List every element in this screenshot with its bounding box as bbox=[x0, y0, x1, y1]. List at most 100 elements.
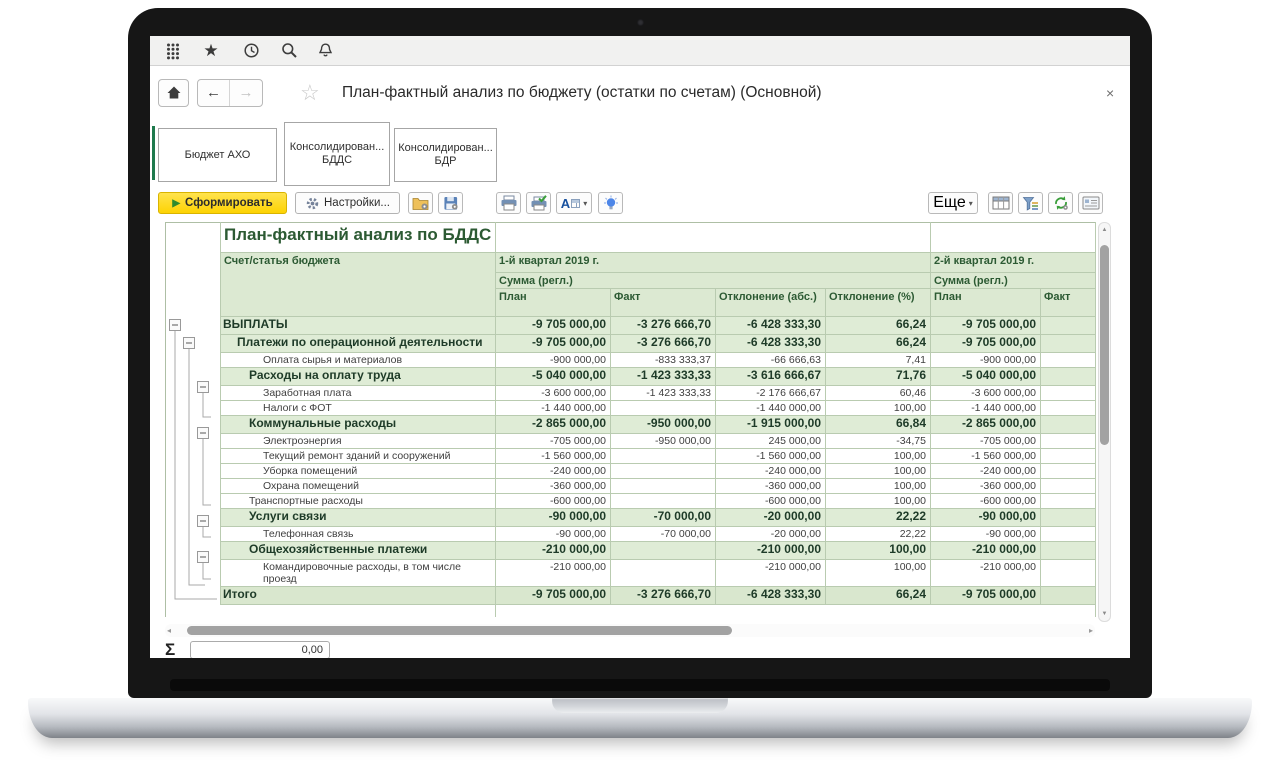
table-row[interactable]: Итого-9 705 000,00-3 276 666,70-6 428 33… bbox=[166, 587, 1096, 605]
value-cell[interactable]: -9 705 000,00 bbox=[931, 335, 1041, 353]
value-cell[interactable]: -90 000,00 bbox=[496, 509, 611, 527]
table-row[interactable]: Командировочные расходы, в том числе про… bbox=[166, 560, 1096, 587]
value-cell[interactable]: -70 000,00 bbox=[611, 527, 716, 542]
history-icon[interactable] bbox=[238, 40, 264, 62]
value-cell[interactable] bbox=[1041, 401, 1096, 416]
value-cell[interactable]: -1 440 000,00 bbox=[716, 401, 826, 416]
apps-menu-icon[interactable] bbox=[160, 40, 186, 62]
value-cell[interactable] bbox=[1041, 368, 1096, 386]
autosum-field[interactable]: 0,00 bbox=[190, 641, 330, 658]
row-label-cell[interactable]: Расходы на оплату труда bbox=[221, 368, 496, 386]
value-cell[interactable]: -210 000,00 bbox=[931, 560, 1041, 587]
row-label-cell[interactable]: Телефонная связь bbox=[221, 527, 496, 542]
tab-budget-aho[interactable]: Бюджет АХО bbox=[158, 128, 277, 182]
value-cell[interactable]: -900 000,00 bbox=[496, 353, 611, 368]
row-label-cell[interactable]: Платежи по операционной деятельности bbox=[221, 335, 496, 353]
value-cell[interactable]: 100,00 bbox=[826, 494, 931, 509]
value-cell[interactable]: -240 000,00 bbox=[496, 464, 611, 479]
table-row[interactable]: Транспортные расходы-600 000,00-600 000,… bbox=[166, 494, 1096, 509]
table-row[interactable]: Услуги связи-90 000,00-70 000,00-20 000,… bbox=[166, 509, 1096, 527]
value-cell[interactable]: 22,22 bbox=[826, 527, 931, 542]
column-header-dev-pct[interactable]: Отклонение (%) bbox=[826, 289, 931, 317]
row-label-cell[interactable]: Командировочные расходы, в том числе про… bbox=[221, 560, 496, 587]
value-cell[interactable]: 100,00 bbox=[826, 560, 931, 587]
value-cell[interactable] bbox=[1041, 449, 1096, 464]
column-header-account[interactable]: Счет/статья бюджета bbox=[221, 253, 496, 317]
value-cell[interactable]: 245 000,00 bbox=[716, 434, 826, 449]
value-cell[interactable] bbox=[611, 479, 716, 494]
value-cell[interactable] bbox=[611, 464, 716, 479]
column-header-fact-q1[interactable]: Факт bbox=[611, 289, 716, 317]
vertical-scrollbar[interactable]: ▲ ▼ bbox=[1098, 222, 1111, 622]
table-row[interactable]: Текущий ремонт зданий и сооружений-1 560… bbox=[166, 449, 1096, 464]
scroll-left-icon[interactable]: ◂ bbox=[167, 625, 171, 636]
value-cell[interactable]: -1 440 000,00 bbox=[931, 401, 1041, 416]
value-cell[interactable]: 66,84 bbox=[826, 416, 931, 434]
value-cell[interactable]: 71,76 bbox=[826, 368, 931, 386]
value-cell[interactable]: -705 000,00 bbox=[931, 434, 1041, 449]
value-cell[interactable]: -2 176 666,67 bbox=[716, 386, 826, 401]
row-label-cell[interactable]: Охрана помещений bbox=[221, 479, 496, 494]
table-row[interactable]: Налоги с ФОТ-1 440 000,00-1 440 000,0010… bbox=[166, 401, 1096, 416]
value-cell[interactable] bbox=[611, 449, 716, 464]
save-settings-button[interactable] bbox=[438, 192, 463, 214]
value-cell[interactable]: -20 000,00 bbox=[716, 509, 826, 527]
value-cell[interactable]: 100,00 bbox=[826, 542, 931, 560]
refresh-button[interactable] bbox=[1048, 192, 1073, 214]
value-cell[interactable]: 100,00 bbox=[826, 479, 931, 494]
table-row[interactable]: Коммунальные расходы-2 865 000,00-950 00… bbox=[166, 416, 1096, 434]
value-cell[interactable]: -600 000,00 bbox=[716, 494, 826, 509]
table-row[interactable]: Электроэнергия -705 000,00 -950 000,00245 … bbox=[166, 434, 1096, 449]
column-header-dev-abs[interactable]: Отклонение (абс.) bbox=[716, 289, 826, 317]
value-cell[interactable]: -66 666,63 bbox=[716, 353, 826, 368]
value-cell[interactable]: 66,24 bbox=[826, 317, 931, 335]
value-cell[interactable]: -950 000,00 bbox=[611, 434, 716, 449]
table-row[interactable]: Расходы на оплату труда-5 040 000,00-1 4… bbox=[166, 368, 1096, 386]
value-cell[interactable]: -6 428 333,30 bbox=[716, 317, 826, 335]
horizontal-scrollbar[interactable]: ◂ ▸ bbox=[165, 624, 1095, 637]
filter-button[interactable] bbox=[1018, 192, 1043, 214]
value-cell[interactable] bbox=[1041, 335, 1096, 353]
value-cell[interactable] bbox=[1041, 494, 1096, 509]
row-label-cell[interactable]: Услуги связи bbox=[221, 509, 496, 527]
tab-consolidated-bdr[interactable]: Консолидирован... БДР bbox=[394, 128, 497, 182]
value-cell[interactable] bbox=[1041, 560, 1096, 587]
column-header-q1[interactable]: 1-й квартал 2019 г. bbox=[496, 253, 931, 273]
row-label-cell[interactable]: Электроэнергия bbox=[221, 434, 496, 449]
value-cell[interactable] bbox=[1041, 542, 1096, 560]
value-cell[interactable]: -240 000,00 bbox=[716, 464, 826, 479]
column-header-sum-q1[interactable]: Сумма (регл.) bbox=[496, 273, 931, 289]
value-cell[interactable]: -6 428 333,30 bbox=[716, 587, 826, 605]
value-cell[interactable]: 100,00 bbox=[826, 401, 931, 416]
hint-bulb-button[interactable] bbox=[598, 192, 623, 214]
value-cell[interactable]: -1 560 000,00 bbox=[496, 449, 611, 464]
row-label-cell[interactable]: Налоги с ФОТ bbox=[221, 401, 496, 416]
value-cell[interactable]: -600 000,00 bbox=[496, 494, 611, 509]
row-label-cell[interactable]: Коммунальные расходы bbox=[221, 416, 496, 434]
tab-consolidated-bdds[interactable]: Консолидирован... БДДС bbox=[284, 122, 390, 186]
table-row[interactable]: Заработная плата-3 600 000,00-1 423 333,… bbox=[166, 386, 1096, 401]
value-cell[interactable]: 7,41 bbox=[826, 353, 931, 368]
table-row[interactable]: Платежи по операционной деятельности -9 7… bbox=[166, 335, 1096, 353]
value-cell[interactable] bbox=[1041, 464, 1096, 479]
column-header-q2[interactable]: 2-й квартал 2019 г. bbox=[931, 253, 1096, 273]
value-cell[interactable]: -210 000,00 bbox=[716, 542, 826, 560]
value-cell[interactable]: -210 000,00 bbox=[716, 560, 826, 587]
value-cell[interactable] bbox=[1041, 509, 1096, 527]
column-header-plan-q1[interactable]: План bbox=[496, 289, 611, 317]
value-cell[interactable]: -34,75 bbox=[826, 434, 931, 449]
value-cell[interactable]: -70 000,00 bbox=[611, 509, 716, 527]
row-label-cell[interactable]: Заработная плата bbox=[221, 386, 496, 401]
value-cell[interactable]: -1 560 000,00 bbox=[931, 449, 1041, 464]
close-icon[interactable]: × bbox=[1106, 83, 1114, 103]
search-icon[interactable] bbox=[276, 40, 302, 62]
value-cell[interactable]: -3 276 666,70 bbox=[611, 587, 716, 605]
column-header-sum-q2[interactable]: Сумма (регл.) bbox=[931, 273, 1096, 289]
value-cell[interactable]: -2 865 000,00 bbox=[931, 416, 1041, 434]
value-cell[interactable]: -1 440 000,00 bbox=[496, 401, 611, 416]
value-cell[interactable]: -600 000,00 bbox=[931, 494, 1041, 509]
value-cell[interactable] bbox=[611, 494, 716, 509]
back-button[interactable]: ← bbox=[198, 80, 230, 106]
value-cell[interactable] bbox=[611, 542, 716, 560]
value-cell[interactable]: -90 000,00 bbox=[496, 527, 611, 542]
